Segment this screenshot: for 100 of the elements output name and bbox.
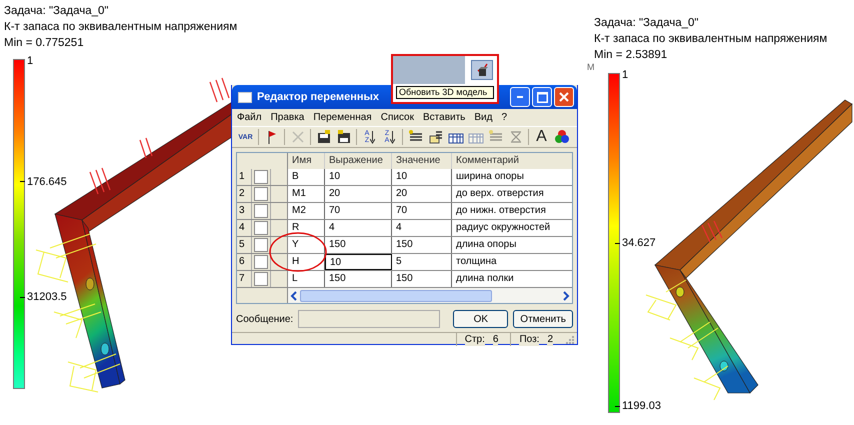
menu-item[interactable]: ? — [501, 112, 508, 123]
column-header[interactable]: Выражение — [325, 153, 392, 169]
maximize-icon — [536, 92, 548, 102]
row-checkbox[interactable] — [254, 204, 268, 218]
resize-grip-icon — [565, 334, 575, 344]
row-header[interactable]: 2 — [237, 186, 288, 202]
row-checkbox[interactable] — [254, 238, 268, 252]
partial-label: M — [587, 62, 594, 72]
ok-button[interactable]: OK — [453, 310, 508, 328]
column-header[interactable]: Комментарий — [452, 153, 572, 169]
table-cell-text: до верх. отверстия — [455, 187, 545, 201]
table-cell: 150 — [325, 237, 392, 253]
down-arrow-icon — [370, 130, 375, 144]
scale-label: 176.645 — [27, 176, 67, 188]
menu-item[interactable]: Файл — [237, 112, 262, 123]
table-cell: 4 — [392, 220, 452, 236]
table-cell: R — [288, 220, 325, 236]
toolbar-button[interactable]: A — [532, 127, 551, 147]
table-cell: 10 — [325, 169, 392, 185]
row-header[interactable]: 4 — [237, 220, 288, 236]
row-number: 5 — [237, 237, 252, 253]
table-cell: M2 — [288, 203, 325, 219]
row-header[interactable]: 3 — [237, 203, 288, 219]
table-cell: 150 — [392, 271, 452, 287]
menu-item[interactable]: Правка — [270, 112, 304, 123]
table-cell: L — [288, 271, 325, 287]
table-cell: 20 — [392, 186, 452, 202]
scale-label: 34.627 — [622, 237, 656, 249]
message-label: Сообщение: — [236, 314, 294, 324]
status-value: 6 — [492, 333, 498, 346]
row-number: 4 — [237, 220, 252, 236]
row-number: 6 — [237, 254, 252, 270]
status-value: 2 — [547, 333, 553, 346]
horizontal-scrollbar[interactable] — [288, 288, 572, 303]
menu-item[interactable]: Переменная — [313, 112, 372, 123]
message-field[interactable] — [298, 310, 440, 328]
window-title: Редактор переменных — [257, 91, 380, 103]
minimize-icon — [517, 96, 523, 98]
table-cell-text: до нижн. отверстия — [455, 204, 547, 218]
ellipse-annotation — [268, 231, 328, 273]
row-number: 7 — [237, 271, 252, 287]
task-title: Задача: "Задача_0" — [4, 4, 110, 19]
row-checkbox[interactable] — [254, 255, 268, 269]
close-button[interactable] — [554, 87, 574, 107]
window-icon — [238, 92, 252, 102]
table-cell-text: толщина — [455, 255, 498, 269]
scale-label: 1 — [27, 55, 34, 67]
row-number: 2 — [237, 186, 252, 202]
document-lines-icon — [428, 129, 444, 145]
table-cell: 20 — [325, 186, 392, 202]
tick-mark — [20, 181, 25, 182]
toolbar-background — [393, 56, 465, 84]
column-header[interactable]: Имя — [288, 153, 325, 169]
row-header[interactable]: 7 — [237, 271, 288, 287]
scale-label: 1 — [622, 69, 628, 81]
scale-label: 31203.5 — [27, 291, 67, 303]
cell-input-field[interactable]: 10 — [325, 254, 392, 270]
table-cell: M1 — [288, 186, 325, 202]
color-circles-icon — [554, 129, 570, 145]
row-checkbox[interactable] — [254, 170, 268, 184]
scroll-thumb[interactable] — [300, 290, 492, 302]
floppy-disk-icon — [316, 129, 332, 145]
task-title: Задача: "Задача_0" — [594, 16, 700, 31]
close-icon — [559, 92, 569, 102]
maximize-button[interactable] — [532, 87, 552, 107]
cancel-button[interactable]: Отменить — [513, 310, 573, 328]
table-cell: 10 — [392, 169, 452, 185]
column-header[interactable]: Значение — [392, 153, 452, 169]
update-model-button[interactable] — [471, 60, 493, 80]
row-checkbox[interactable] — [254, 187, 268, 201]
table-cell-text: длина опоры — [455, 238, 518, 252]
min-value: Min = 2.53891 — [594, 48, 668, 63]
result-title: К-т запаса по эквивалентным напряжениям — [4, 20, 238, 35]
down-arrow-icon — [390, 130, 395, 144]
table-cell: 4 — [325, 220, 392, 236]
row-number: 1 — [237, 169, 252, 185]
status-label: Стр: — [464, 333, 485, 346]
row-header[interactable]: 5 — [237, 237, 288, 253]
scale-label: 1199.03 — [622, 400, 661, 412]
table-cell-text: ширина опоры — [455, 170, 525, 184]
menu-item[interactable]: Список — [380, 112, 414, 123]
tick-mark — [20, 296, 25, 298]
table-cell: 70 — [392, 203, 452, 219]
tooltip: Обновить 3D модель — [396, 86, 494, 99]
min-value: Min = 0.775251 — [4, 36, 85, 51]
minimize-button[interactable] — [510, 87, 530, 107]
status-label: Поз: — [519, 333, 540, 346]
row-checkbox[interactable] — [254, 221, 268, 235]
table-cell: B — [288, 169, 325, 185]
row-checkbox[interactable] — [254, 272, 268, 286]
table-cell: 150 — [392, 237, 452, 253]
floppy-disk-icon — [336, 129, 352, 145]
row-header[interactable]: 6 — [237, 254, 288, 270]
result-title: К-т запаса по эквивалентным напряжениям — [594, 32, 828, 47]
row-header[interactable]: 1 — [237, 169, 288, 185]
tick-mark — [615, 242, 620, 244]
table-cell: 70 — [325, 203, 392, 219]
table-cell: 5 — [392, 254, 452, 270]
menu-item[interactable]: Вид — [474, 112, 492, 123]
menu-item[interactable]: Вставить — [423, 112, 466, 123]
